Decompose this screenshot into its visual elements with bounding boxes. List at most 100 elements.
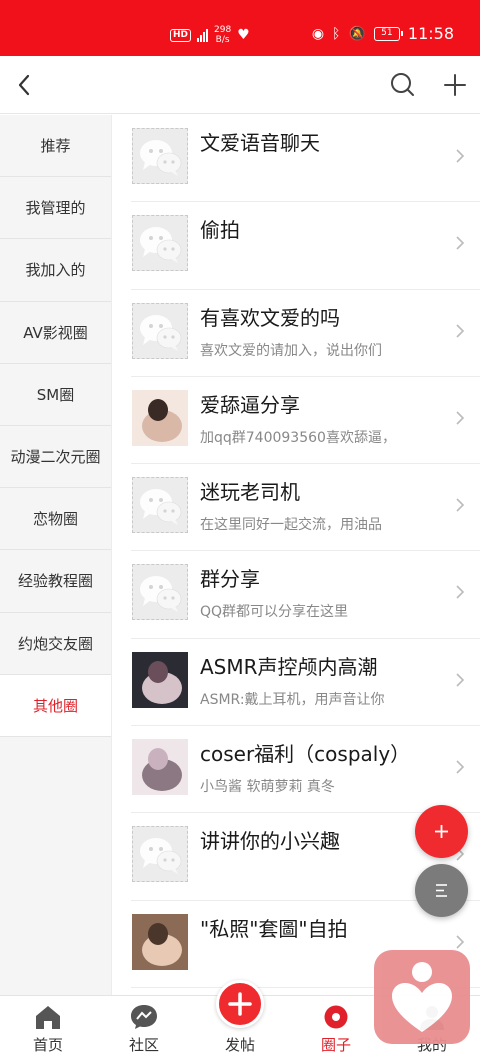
circle-title: 有喜欢文爱的吗 <box>200 305 340 330</box>
circle-avatar-photo <box>132 651 188 708</box>
floating-add-button[interactable] <box>415 805 468 858</box>
circle-title: "私照"套圖"自拍 <box>200 916 348 941</box>
sidebar-item-sm[interactable]: SM圈 <box>0 364 111 426</box>
plus-icon <box>444 74 466 96</box>
chevron-right-icon <box>456 411 465 425</box>
sidebar-item-other[interactable]: 其他圈 <box>0 674 111 737</box>
floating-menu-button[interactable] <box>415 864 468 917</box>
nav-label: 圈子 <box>320 1036 351 1054</box>
chevron-right-icon <box>456 498 465 512</box>
sidebar-item-label: AV影视圈 <box>23 323 88 342</box>
mute-bell-icon: 🔕 <box>348 25 366 42</box>
sidebar-item-label: 推荐 <box>40 137 71 156</box>
heart-person-icon <box>392 962 452 1032</box>
sidebar-item-label: 恋物圈 <box>32 510 78 529</box>
search-icon <box>391 73 414 96</box>
sidebar-item-label: 动漫二次元圈 <box>10 448 101 467</box>
sidebar-item-managed[interactable]: 我管理的 <box>0 177 111 240</box>
circle-title: 群分享 <box>200 567 260 592</box>
battery-icon: 51 <box>373 26 403 41</box>
home-icon <box>36 1006 60 1029</box>
circle-list-item[interactable]: 偷拍 <box>131 202 480 290</box>
circle-description: 小鸟酱 软萌萝莉 真冬 <box>200 779 335 796</box>
bluetooth-icon: ᛒ <box>332 25 341 42</box>
circle-avatar-photo <box>132 913 188 970</box>
circle-description: ASMR:戴上耳机，用声音让你 <box>200 691 385 708</box>
circle-description: 在这里同好一起交流，用油品 <box>200 517 382 534</box>
circle-title: 爱舔逼分享 <box>200 392 300 417</box>
network-speed: 298 B/s <box>214 25 231 45</box>
chevron-right-icon <box>456 585 465 600</box>
nav-label: 社区 <box>128 1036 159 1054</box>
chevron-right-icon <box>456 324 465 338</box>
wechat-placeholder-icon <box>132 302 188 359</box>
sidebar-item-fetish[interactable]: 恋物圈 <box>0 488 111 551</box>
sidebar-item-recommend[interactable]: 推荐 <box>0 115 111 178</box>
sidebar-item-label: 我管理的 <box>25 199 86 218</box>
chevron-right-icon <box>456 236 465 250</box>
sidebar-item-label: 约炮交友圈 <box>17 634 93 653</box>
circle-list-item[interactable]: 有喜欢文爱的吗喜欢文爱的请加入，说出你们 <box>131 290 480 377</box>
chevron-right-icon <box>456 760 465 774</box>
category-sidebar: 推荐 我管理的 我加入的 AV影视圈 SM圈 动漫二次元圈 恋物圈 经验教程圈 … <box>0 115 112 995</box>
chevron-left-icon <box>18 74 30 96</box>
nav-label: 首页 <box>32 1036 63 1054</box>
nav-label: 发帖 <box>224 1036 255 1054</box>
post-plus-icon <box>216 980 264 1028</box>
circle-description: QQ群都可以分享在这里 <box>200 604 349 621</box>
wechat-placeholder-icon <box>132 477 188 534</box>
sidebar-item-joined[interactable]: 我加入的 <box>0 239 111 302</box>
circle-list-item[interactable]: 文爱语音聊天 <box>131 115 480 203</box>
status-bar: HD 298 B/s ♥ ◉ ᛒ 🔕 51 11:58 <box>0 0 480 56</box>
nav-circle[interactable]: 圈子 <box>288 996 384 1056</box>
sidebar-item-tutorial[interactable]: 经验教程圈 <box>0 550 111 613</box>
circle-title: 偷拍 <box>200 218 240 243</box>
circle-title: coser福利（cospaly） <box>200 742 411 767</box>
add-circle-button[interactable] <box>438 68 472 102</box>
sidebar-item-label: 我加入的 <box>25 261 86 280</box>
circle-title: 文爱语音聊天 <box>200 131 320 155</box>
floating-heart-app-badge[interactable] <box>374 950 470 1044</box>
circle-title: 迷玩老司机 <box>200 480 300 505</box>
back-button[interactable] <box>10 68 44 102</box>
circle-title: 讲讲你的小兴趣 <box>200 829 340 854</box>
nav-community[interactable]: 社区 <box>96 996 192 1056</box>
eye-icon: ◉ <box>311 25 325 42</box>
sidebar-item-label: SM圈 <box>36 385 75 404</box>
list-icon <box>436 884 447 897</box>
clock: 11:58 <box>407 24 454 43</box>
wechat-placeholder-icon <box>132 215 188 272</box>
chevron-right-icon <box>456 149 465 163</box>
status-bar-network: HD 298 B/s ♥ <box>170 22 250 48</box>
circle-avatar-photo <box>132 739 188 796</box>
search-button[interactable] <box>386 68 420 102</box>
community-icon <box>131 1005 157 1029</box>
circle-description: 加qq群740093560喜欢舔逼， <box>200 429 396 446</box>
nav-home[interactable]: 首页 <box>0 996 96 1056</box>
sidebar-item-label: 经验教程圈 <box>17 572 93 591</box>
circle-icon <box>324 1005 348 1029</box>
hd-badge: HD <box>170 28 192 42</box>
plus-icon <box>435 825 448 838</box>
circle-list-item[interactable]: 爱舔逼分享加qq群740093560喜欢舔逼， <box>131 377 480 465</box>
network-speed-value: 298 <box>214 25 232 35</box>
nav-post[interactable]: 发帖 <box>192 980 288 1056</box>
circle-description: 喜欢文爱的请加入，说出你们 <box>200 342 382 359</box>
circle-list-item[interactable]: 群分享 QQ群都可以分享在这里 <box>131 551 480 639</box>
circle-avatar-photo <box>132 389 188 446</box>
wechat-placeholder-icon <box>132 826 188 883</box>
wechat-placeholder-icon <box>132 128 188 184</box>
signal-icon <box>197 28 209 42</box>
circle-list-item[interactable]: ASMR声控颅内高潮 ASMR:戴上耳机，用声音让你 <box>131 639 480 727</box>
circle-list: 文爱语音聊天 偷拍有喜欢文爱的吗喜欢文爱的请加入，说出你们爱舔逼分享加qq群740… <box>113 115 480 995</box>
wechat-placeholder-icon <box>132 564 188 621</box>
chevron-right-icon <box>456 673 465 687</box>
top-header <box>0 56 480 114</box>
circle-list-item[interactable]: 迷玩老司机在这里同好一起交流，用油品 <box>131 464 480 552</box>
network-speed-unit: B/s <box>215 35 230 45</box>
sidebar-item-anime[interactable]: 动漫二次元圈 <box>0 426 111 489</box>
circle-title: ASMR声控颅内高潮 <box>200 654 378 679</box>
sidebar-item-dating[interactable]: 约炮交友圈 <box>0 613 111 675</box>
circle-list-item[interactable]: coser福利（cospaly） 小鸟酱 软萌萝莉 真冬 <box>131 726 480 814</box>
sidebar-item-av[interactable]: AV影视圈 <box>0 302 111 364</box>
